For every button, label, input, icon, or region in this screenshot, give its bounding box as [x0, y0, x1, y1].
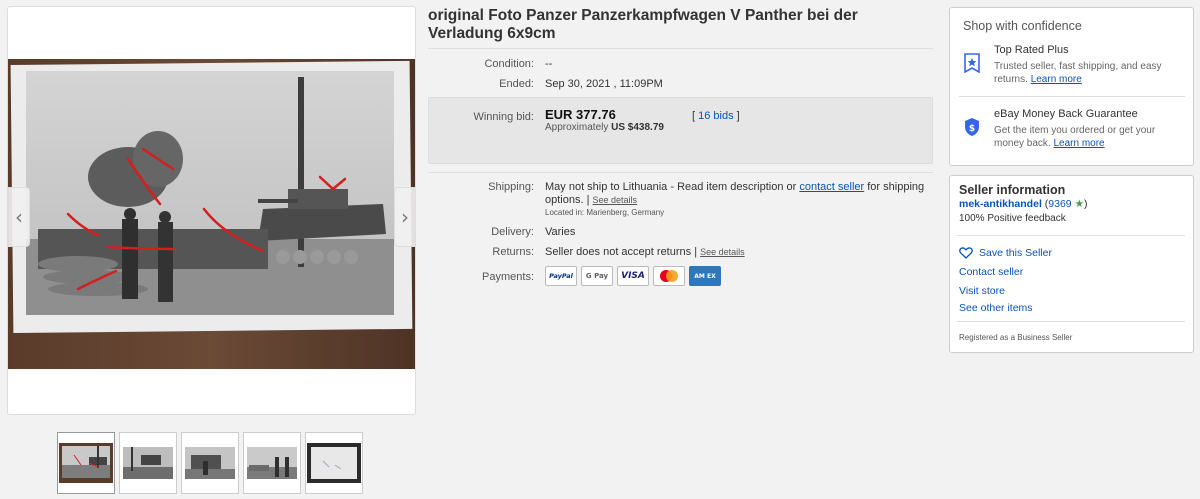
- shipping-text: May not ship to Lithuania - Read item de…: [545, 181, 797, 193]
- winning-bid-price: EUR 377.76: [545, 107, 616, 122]
- feedback-score-link[interactable]: 9369: [1048, 198, 1071, 210]
- shipping-info: May not ship to Lithuania - Read item de…: [545, 181, 925, 207]
- chevron-left-icon: ‹: [15, 205, 23, 229]
- top-rated-description: Trusted seller, fast shipping, and easy …: [994, 60, 1184, 86]
- guarantee-description: Get the item you ordered or get your mon…: [994, 124, 1184, 150]
- next-image-button[interactable]: ›: [394, 187, 415, 247]
- approximate-price: Approximately US $438.79: [545, 122, 664, 133]
- save-seller-label: Save this Seller: [979, 247, 1052, 259]
- mastercard-logo: [653, 266, 685, 286]
- guarantee-title: eBay Money Back Guarantee: [994, 108, 1138, 120]
- positive-feedback: 100% Positive feedback: [959, 213, 1066, 224]
- item-location: Located in: Marienberg, Germany: [545, 208, 665, 217]
- seller-identity: mek-antikhandel (9369 ★): [959, 198, 1087, 210]
- returns-info: Seller does not accept returns | See det…: [545, 246, 745, 258]
- divider: [428, 172, 933, 173]
- payment-methods: PayPal G Pay VISA AM EX: [545, 266, 721, 286]
- top-rated-learn-more-link[interactable]: Learn more: [1031, 74, 1082, 85]
- returns-label: Returns:: [492, 246, 534, 258]
- thumbnail[interactable]: [243, 432, 301, 494]
- thumbnail[interactable]: [119, 432, 177, 494]
- bracket-close: ]: [736, 110, 740, 122]
- thumbnail[interactable]: [57, 432, 115, 494]
- payments-label: Payments:: [482, 271, 534, 283]
- top-rated-title: Top Rated Plus: [994, 44, 1069, 56]
- seller-name-link[interactable]: mek-antikhandel: [959, 198, 1042, 210]
- guarantee-learn-more-link[interactable]: Learn more: [1053, 138, 1104, 149]
- thumbnail-strip: [57, 432, 363, 494]
- business-seller-note: Registered as a Business Seller: [959, 333, 1073, 342]
- svg-text:$: $: [969, 124, 975, 134]
- contact-seller-link[interactable]: contact seller: [799, 181, 864, 193]
- ended-label: Ended:: [499, 78, 534, 90]
- approx-prefix: Approximately: [545, 122, 609, 133]
- returns-value: Seller does not accept returns: [545, 246, 692, 258]
- separator: |: [586, 194, 590, 206]
- condition-label: Condition:: [484, 58, 534, 70]
- previous-image-button[interactable]: ‹: [8, 187, 30, 247]
- feedback-star-icon: ★: [1074, 198, 1084, 210]
- visit-store-link[interactable]: Visit store: [959, 285, 1005, 297]
- divider: [959, 96, 1185, 97]
- separator: |: [694, 246, 698, 258]
- chevron-right-icon: ›: [401, 205, 409, 229]
- bid-history-link[interactable]: 16 bids: [698, 110, 733, 122]
- star-badge-icon: [964, 53, 980, 73]
- score-close: ): [1083, 198, 1088, 210]
- main-item-photo[interactable]: [8, 59, 415, 369]
- bid-count: [ 16 bids ]: [692, 110, 740, 122]
- image-gallery: ‹ ›: [7, 6, 416, 415]
- thumbnail[interactable]: [181, 432, 239, 494]
- seller-info-title: Seller information: [959, 183, 1066, 197]
- shield-icon: $: [965, 118, 979, 136]
- condition-value: --: [545, 58, 553, 70]
- see-other-items-link[interactable]: See other items: [959, 302, 1033, 314]
- divider: [428, 48, 933, 49]
- item-title: original Foto Panzer Panzerkampfwagen V …: [428, 7, 858, 42]
- ended-value: Sep 30, 2021 , 11:09PM: [545, 78, 663, 90]
- paypal-logo: PayPal: [545, 266, 577, 286]
- delivery-label: Delivery:: [491, 226, 534, 238]
- save-seller-button[interactable]: Save this Seller: [959, 247, 1052, 259]
- approx-value: US $438.79: [611, 122, 664, 133]
- thumbnail[interactable]: [305, 432, 363, 494]
- bracket-open: [: [692, 110, 696, 122]
- returns-see-details-link[interactable]: See details: [700, 247, 745, 257]
- winning-bid-label: Winning bid:: [473, 111, 534, 123]
- divider: [957, 235, 1185, 236]
- shipping-see-details-link[interactable]: See details: [593, 195, 638, 205]
- divider: [957, 321, 1185, 322]
- confidence-title: Shop with confidence: [963, 19, 1082, 33]
- shipping-label: Shipping:: [488, 181, 534, 193]
- delivery-value: Varies: [545, 226, 576, 238]
- bid-panel: [428, 97, 933, 164]
- google-pay-logo: G Pay: [581, 266, 613, 286]
- contact-seller-link[interactable]: Contact seller: [959, 266, 1023, 278]
- heart-icon: [959, 247, 973, 259]
- amex-logo: AM EX: [689, 266, 721, 286]
- visa-logo: VISA: [617, 266, 649, 286]
